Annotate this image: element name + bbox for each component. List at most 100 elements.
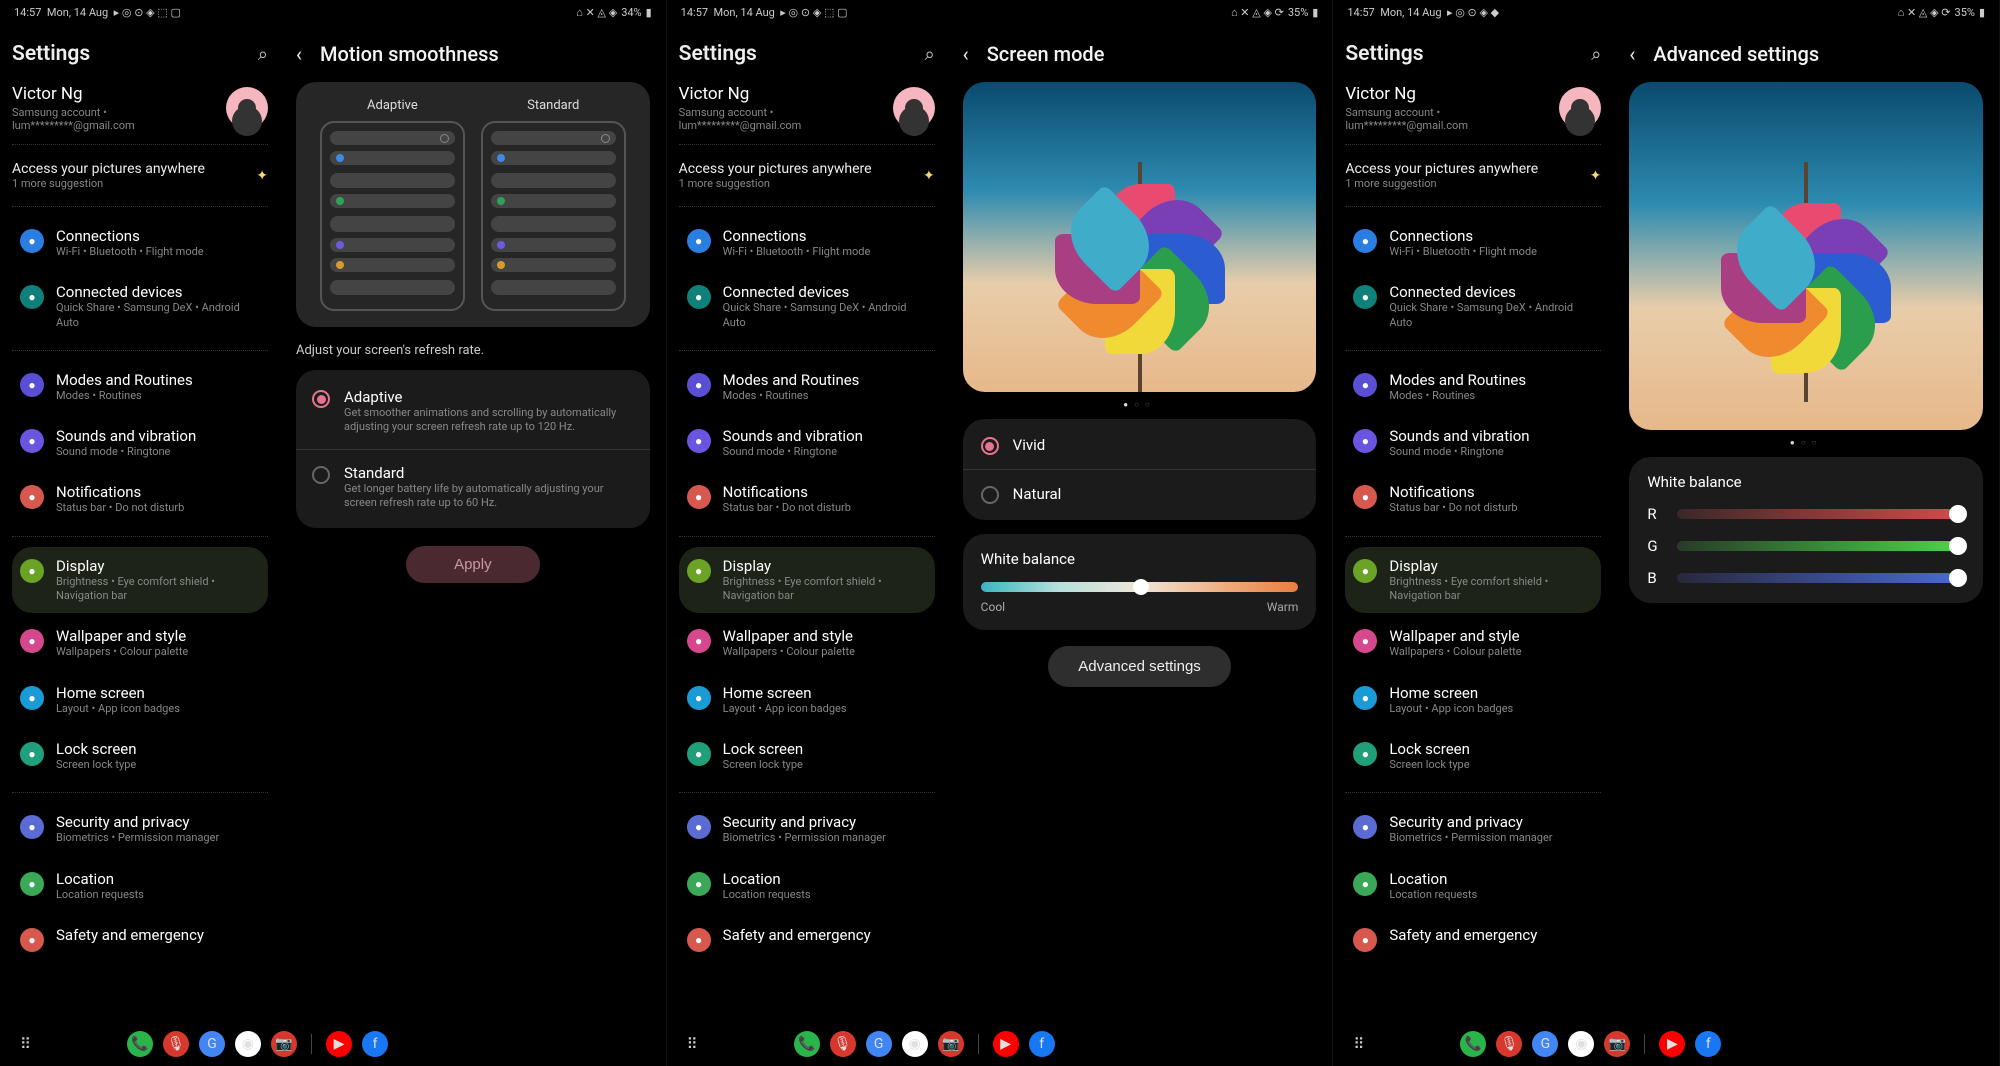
recorder-icon[interactable]: 🎙 xyxy=(830,1031,856,1057)
motion-hint: Adjust your screen's refresh rate. xyxy=(296,343,650,358)
google-icon[interactable]: G xyxy=(1532,1031,1558,1057)
sidebar-item-sounds-and-vibration[interactable]: ●Sounds and vibrationSound mode • Ringto… xyxy=(1345,417,1601,469)
g-slider[interactable] xyxy=(1677,541,1965,551)
recorder-icon[interactable]: 🎙 xyxy=(1496,1031,1522,1057)
status-bar: 14:57 Mon, 14 Aug ▸ ◎ ⊙ ◈ ◆ ⌂ ✕ ◬ ◈ ⟳35%… xyxy=(1333,0,1999,24)
sidebar-item-lock-screen[interactable]: ●Lock screenScreen lock type xyxy=(679,730,935,782)
sidebar-item-connected-devices[interactable]: ●Connected devicesQuick Share • Samsung … xyxy=(12,273,268,340)
mode-vivid[interactable]: Vivid xyxy=(963,421,1317,470)
preview-image[interactable] xyxy=(963,82,1317,392)
suggestion-row[interactable]: Access your pictures anywhere 1 more sug… xyxy=(679,155,935,196)
sidebar-item-modes-and-routines[interactable]: ●Modes and RoutinesModes • Routines xyxy=(679,361,935,413)
apps-icon[interactable]: ⠿ xyxy=(20,1035,27,1053)
sidebar-item-notifications[interactable]: ●NotificationsStatus bar • Do not distur… xyxy=(1345,473,1601,525)
sidebar-item-connected-devices[interactable]: ●Connected devicesQuick Share • Samsung … xyxy=(1345,273,1601,340)
suggestion-row[interactable]: Access your pictures anywhere 1 more sug… xyxy=(12,155,268,196)
sidebar-item-connected-devices[interactable]: ●Connected devicesQuick Share • Samsung … xyxy=(679,273,935,340)
avatar[interactable] xyxy=(226,87,268,129)
preview-standard[interactable]: Standard xyxy=(481,98,626,311)
chrome-icon[interactable]: ◉ xyxy=(902,1031,928,1057)
phone-icon[interactable]: 📞 xyxy=(127,1031,153,1057)
account-block[interactable]: Victor Ng Samsung account • lum*********… xyxy=(1345,84,1601,132)
sidebar-item-security-and-privacy[interactable]: ●Security and privacyBiometrics • Permis… xyxy=(679,803,935,855)
sidebar-item-connections[interactable]: ●ConnectionsWi-Fi • Bluetooth • Flight m… xyxy=(679,217,935,269)
preview-adaptive[interactable]: Adaptive xyxy=(320,98,465,311)
search-icon[interactable]: ⌕ xyxy=(1591,44,1601,65)
sidebar-item-display[interactable]: ●DisplayBrightness • Eye comfort shield … xyxy=(679,547,935,614)
facebook-icon[interactable]: f xyxy=(1029,1031,1055,1057)
sidebar-item-location[interactable]: ●LocationLocation requests xyxy=(1345,860,1601,912)
sidebar-item-wallpaper-and-style[interactable]: ●Wallpaper and styleWallpapers • Colour … xyxy=(679,617,935,669)
sidebar-item-icon: ● xyxy=(1353,815,1377,839)
taskbar[interactable]: ⠿ 📞 🎙 G ◉ 📷 ▶ f xyxy=(667,1022,1333,1066)
sidebar-item-display[interactable]: ●DisplayBrightness • Eye comfort shield … xyxy=(12,547,268,614)
taskbar[interactable]: ⠿ 📞 🎙 G ◉ 📷 ▶ f xyxy=(0,1022,666,1066)
google-icon[interactable]: G xyxy=(866,1031,892,1057)
camera-icon[interactable]: 📷 xyxy=(1604,1031,1630,1057)
preview-image[interactable] xyxy=(1629,82,1983,430)
search-icon[interactable]: ⌕ xyxy=(258,44,268,65)
r-slider[interactable] xyxy=(1677,509,1965,519)
sidebar-item-location[interactable]: ●LocationLocation requests xyxy=(679,860,935,912)
youtube-icon[interactable]: ▶ xyxy=(993,1031,1019,1057)
sidebar-item-home-screen[interactable]: ●Home screenLayout • App icon badges xyxy=(12,674,268,726)
sidebar-item-home-screen[interactable]: ●Home screenLayout • App icon badges xyxy=(679,674,935,726)
sidebar-item-lock-screen[interactable]: ●Lock screenScreen lock type xyxy=(12,730,268,782)
facebook-icon[interactable]: f xyxy=(362,1031,388,1057)
account-block[interactable]: Victor Ng Samsung account • lum*********… xyxy=(12,84,268,132)
sidebar-item-icon: ● xyxy=(20,742,44,766)
sidebar-item-icon: ● xyxy=(687,872,711,896)
youtube-icon[interactable]: ▶ xyxy=(326,1031,352,1057)
recorder-icon[interactable]: 🎙 xyxy=(163,1031,189,1057)
sidebar-item-location[interactable]: ●LocationLocation requests xyxy=(12,860,268,912)
sidebar-item-notifications[interactable]: ●NotificationsStatus bar • Do not distur… xyxy=(12,473,268,525)
chrome-icon[interactable]: ◉ xyxy=(1568,1031,1594,1057)
sidebar-item-modes-and-routines[interactable]: ●Modes and RoutinesModes • Routines xyxy=(1345,361,1601,413)
suggestion-row[interactable]: Access your pictures anywhere 1 more sug… xyxy=(1345,155,1601,196)
camera-icon[interactable]: 📷 xyxy=(938,1031,964,1057)
sidebar-item-sounds-and-vibration[interactable]: ●Sounds and vibrationSound mode • Ringto… xyxy=(679,417,935,469)
avatar[interactable] xyxy=(1559,87,1601,129)
sidebar-item-sub: Quick Share • Samsung DeX • Android Auto xyxy=(56,301,260,330)
facebook-icon[interactable]: f xyxy=(1695,1031,1721,1057)
sidebar-item-wallpaper-and-style[interactable]: ●Wallpaper and styleWallpapers • Colour … xyxy=(12,617,268,669)
sidebar-item-connections[interactable]: ●ConnectionsWi-Fi • Bluetooth • Flight m… xyxy=(12,217,268,269)
sidebar-item-safety-and-emergency[interactable]: ●Safety and emergency xyxy=(12,916,268,962)
sidebar-item-lock-screen[interactable]: ●Lock screenScreen lock type xyxy=(1345,730,1601,782)
back-icon[interactable]: ‹ xyxy=(296,42,302,66)
radio-adaptive[interactable]: Adaptive Get smoother animations and scr… xyxy=(296,374,650,450)
sidebar-item-safety-and-emergency[interactable]: ●Safety and emergency xyxy=(1345,916,1601,962)
avatar[interactable] xyxy=(893,87,935,129)
sidebar-item-security-and-privacy[interactable]: ●Security and privacyBiometrics • Permis… xyxy=(1345,803,1601,855)
sidebar-item-wallpaper-and-style[interactable]: ●Wallpaper and styleWallpapers • Colour … xyxy=(1345,617,1601,669)
status-bar: 14:57 Mon, 14 Aug ▸ ◎ ⊙ ◈ ⬚ ▢ ⌂ ✕ ◬ ◈ ⟳3… xyxy=(667,0,1333,24)
sidebar-item-display[interactable]: ●DisplayBrightness • Eye comfort shield … xyxy=(1345,547,1601,614)
phone-icon[interactable]: 📞 xyxy=(1460,1031,1486,1057)
sidebar-item-label: Display xyxy=(723,557,927,575)
apps-icon[interactable]: ⠿ xyxy=(1353,1035,1360,1053)
apply-button[interactable]: Apply xyxy=(406,546,540,583)
chrome-icon[interactable]: ◉ xyxy=(235,1031,261,1057)
apps-icon[interactable]: ⠿ xyxy=(687,1035,694,1053)
wb-slider[interactable] xyxy=(981,582,1299,592)
sidebar-item-connections[interactable]: ●ConnectionsWi-Fi • Bluetooth • Flight m… xyxy=(1345,217,1601,269)
sidebar-item-security-and-privacy[interactable]: ●Security and privacyBiometrics • Permis… xyxy=(12,803,268,855)
radio-standard[interactable]: Standard Get longer battery life by auto… xyxy=(296,450,650,525)
youtube-icon[interactable]: ▶ xyxy=(1659,1031,1685,1057)
advanced-settings-button[interactable]: Advanced settings xyxy=(1048,646,1231,687)
sidebar-item-notifications[interactable]: ●NotificationsStatus bar • Do not distur… xyxy=(679,473,935,525)
back-icon[interactable]: ‹ xyxy=(1629,42,1635,66)
google-icon[interactable]: G xyxy=(199,1031,225,1057)
back-icon[interactable]: ‹ xyxy=(963,42,969,66)
sidebar-item-modes-and-routines[interactable]: ●Modes and RoutinesModes • Routines xyxy=(12,361,268,413)
sidebar-item-safety-and-emergency[interactable]: ●Safety and emergency xyxy=(679,916,935,962)
b-slider[interactable] xyxy=(1677,573,1965,583)
sidebar-item-sounds-and-vibration[interactable]: ●Sounds and vibrationSound mode • Ringto… xyxy=(12,417,268,469)
taskbar[interactable]: ⠿ 📞 🎙 G ◉ 📷 ▶ f xyxy=(1333,1022,1999,1066)
sidebar-item-home-screen[interactable]: ●Home screenLayout • App icon badges xyxy=(1345,674,1601,726)
account-block[interactable]: Victor Ng Samsung account • lum*********… xyxy=(679,84,935,132)
mode-natural[interactable]: Natural xyxy=(963,470,1317,518)
search-icon[interactable]: ⌕ xyxy=(925,44,935,65)
phone-icon[interactable]: 📞 xyxy=(794,1031,820,1057)
camera-icon[interactable]: 📷 xyxy=(271,1031,297,1057)
